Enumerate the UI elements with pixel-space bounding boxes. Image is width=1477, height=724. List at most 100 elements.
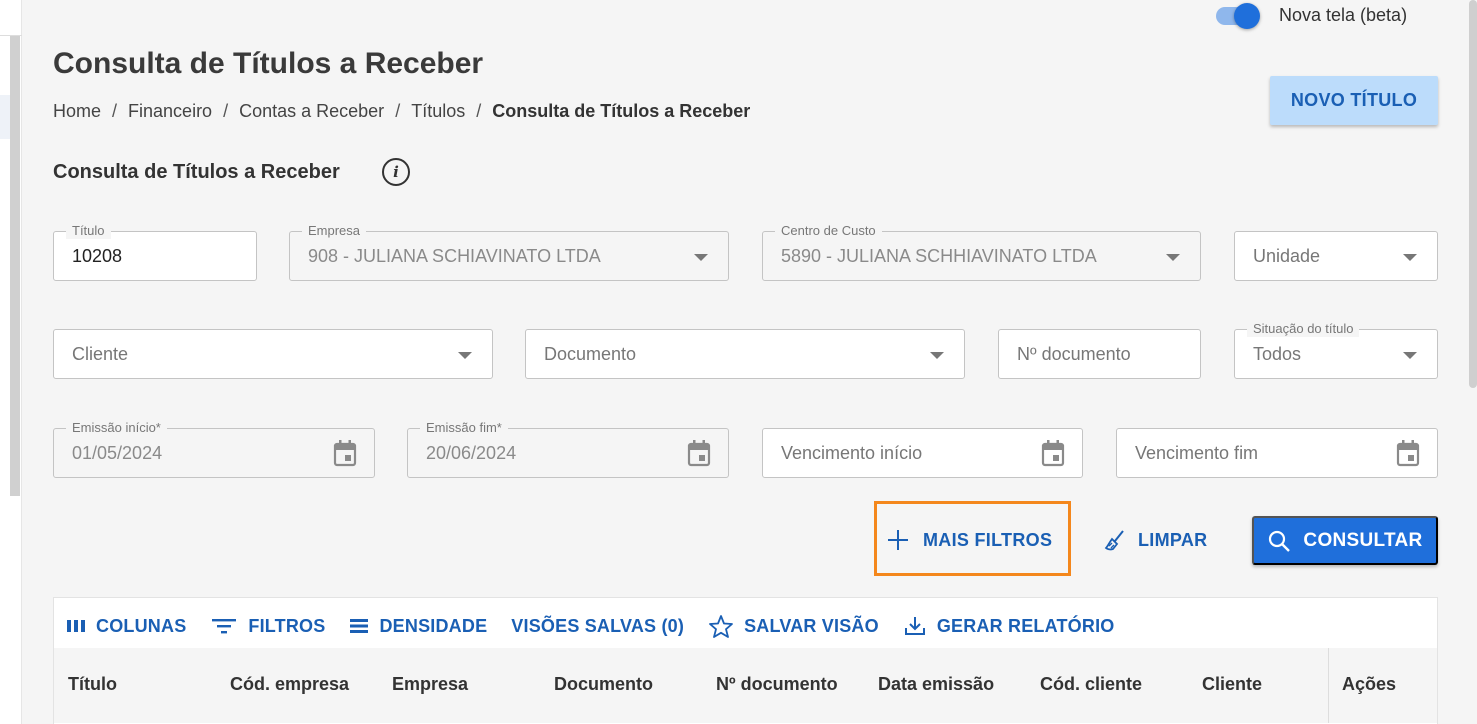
save-view-button[interactable]: SALVAR VISÃO <box>708 614 879 638</box>
more-filters-label: MAIS FILTROS <box>923 529 1053 550</box>
situacao-value: Todos <box>1253 344 1302 364</box>
column-header-documento[interactable]: Documento <box>554 674 653 695</box>
calendar-icon[interactable] <box>687 440 711 467</box>
info-icon[interactable]: i <box>382 158 410 186</box>
vencimento-inicio-placeholder: Vencimento início <box>781 443 923 463</box>
generate-report-label: GERAR RELATÓRIO <box>936 615 1115 636</box>
broom-icon <box>1104 530 1124 551</box>
titulo-field[interactable]: Título 10208 <box>53 223 257 281</box>
num-documento-input[interactable]: Nº documento <box>998 329 1201 379</box>
breadcrumb-titulos[interactable]: Títulos <box>411 101 465 122</box>
titulo-label: Título <box>66 223 111 239</box>
breadcrumb-home[interactable]: Home <box>53 101 101 122</box>
chevron-down-icon <box>1166 254 1180 261</box>
filters-label: FILTROS <box>248 615 326 636</box>
emissao-fim-field: Emissão fim* 20/06/2024 <box>407 420 729 478</box>
column-header-num-documento[interactable]: Nº documento <box>716 674 838 695</box>
breadcrumb-separator: / <box>476 101 482 121</box>
breadcrumb-separator: / <box>223 101 229 121</box>
calendar-icon[interactable] <box>1396 440 1420 467</box>
situacao-select[interactable]: Situação do título Todos <box>1234 321 1438 379</box>
clear-button[interactable]: LIMPAR <box>1104 529 1207 551</box>
vencimento-fim-field[interactable]: Vencimento fim <box>1116 428 1438 478</box>
chevron-down-icon[interactable] <box>1403 352 1417 359</box>
num-documento-placeholder: Nº documento <box>1017 344 1131 364</box>
column-header-data-emissao[interactable]: Data emissão <box>878 674 994 695</box>
toggle-knob[interactable] <box>1234 2 1260 29</box>
empresa-select: Empresa 908 - JULIANA SCHIAVINATO LTDA <box>289 223 729 281</box>
calendar-icon[interactable] <box>333 440 357 467</box>
columns-button[interactable]: COLUNAS <box>66 616 186 637</box>
chevron-down-icon[interactable] <box>1403 254 1417 261</box>
situacao-label: Situação do título <box>1247 321 1360 337</box>
breadcrumb-contas-a-receber[interactable]: Contas a Receber <box>239 101 384 122</box>
sidebar-selected-item[interactable] <box>0 95 10 139</box>
unidade-placeholder: Unidade <box>1253 246 1321 266</box>
grid-header-row: Título Cód. empresa Empresa Documento Nº… <box>54 648 1437 723</box>
titulo-value[interactable]: 10208 <box>72 246 122 267</box>
search-button[interactable]: CONSULTAR <box>1252 516 1438 565</box>
page-title: Consulta de Títulos a Receber <box>53 47 484 80</box>
density-button[interactable]: DENSIDADE <box>349 616 487 637</box>
sidebar-strip <box>10 36 20 496</box>
grid-toolbar: COLUNAS FILTROS DENSIDADE VISÕES SALVAS … <box>66 614 1138 638</box>
breadcrumb-separator: / <box>112 101 118 121</box>
vencimento-inicio-field[interactable]: Vencimento início <box>762 428 1083 478</box>
column-header-cod-empresa[interactable]: Cód. empresa <box>230 674 349 695</box>
left-sidebar-edge <box>0 0 22 724</box>
plus-icon <box>888 530 908 550</box>
density-icon <box>350 619 369 633</box>
cliente-placeholder: Cliente <box>72 344 129 364</box>
unidade-select[interactable]: Unidade <box>1234 231 1438 281</box>
chevron-down-icon[interactable] <box>930 352 944 359</box>
emissao-fim-value: 20/06/2024 <box>426 443 517 463</box>
generate-report-button[interactable]: GERAR RELATÓRIO <box>903 615 1115 637</box>
vencimento-fim-placeholder: Vencimento fim <box>1135 443 1259 463</box>
download-icon <box>904 617 925 635</box>
emissao-inicio-field: Emissão início* 01/05/2024 <box>53 420 375 478</box>
results-grid: COLUNAS FILTROS DENSIDADE VISÕES SALVAS … <box>53 597 1438 724</box>
columns-label: COLUNAS <box>96 615 187 636</box>
columns-icon <box>67 620 85 632</box>
column-header-acoes: Ações <box>1342 674 1397 694</box>
cliente-select[interactable]: Cliente <box>53 329 493 379</box>
breadcrumb: Home / Financeiro / Contas a Receber / T… <box>53 101 750 122</box>
column-header-empresa[interactable]: Empresa <box>392 674 468 695</box>
calendar-icon[interactable] <box>1041 440 1065 467</box>
search-icon <box>1269 530 1291 552</box>
save-view-label: SALVAR VISÃO <box>744 615 879 636</box>
actions-column-divider <box>1328 648 1329 723</box>
empresa-label: Empresa <box>302 223 367 239</box>
search-label: CONSULTAR <box>1303 529 1423 551</box>
new-screen-toggle[interactable]: Nova tela (beta) <box>1216 2 1408 29</box>
saved-views-label: VISÕES SALVAS (0) <box>511 615 685 636</box>
column-header-titulo[interactable]: Título <box>68 674 117 695</box>
documento-select[interactable]: Documento <box>525 329 965 379</box>
empresa-value: 908 - JULIANA SCHIAVINATO LTDA <box>308 246 601 266</box>
clear-label: LIMPAR <box>1138 529 1208 550</box>
chevron-down-icon <box>694 254 708 261</box>
breadcrumb-separator: / <box>395 101 401 121</box>
filters-button[interactable]: FILTROS <box>210 616 325 637</box>
chevron-down-icon[interactable] <box>458 352 472 359</box>
centro-custo-select: Centro de Custo 5890 - JULIANA SCHHIAVIN… <box>762 223 1201 281</box>
density-label: DENSIDADE <box>379 615 488 636</box>
emissao-fim-label: Emissão fim* <box>420 420 508 436</box>
toggle-label: Nova tela (beta) <box>1279 5 1408 25</box>
centro-custo-value: 5890 - JULIANA SCHHIAVINATO LTDA <box>781 246 1097 266</box>
saved-views-button[interactable]: VISÕES SALVAS (0) <box>511 616 684 637</box>
centro-custo-label: Centro de Custo <box>775 223 882 239</box>
breadcrumb-current: Consulta de Títulos a Receber <box>492 101 751 121</box>
toggle-track[interactable] <box>1216 2 1260 29</box>
column-header-cod-cliente[interactable]: Cód. cliente <box>1040 674 1142 695</box>
new-title-button[interactable]: NOVO TÍTULO <box>1270 76 1438 125</box>
emissao-inicio-value: 01/05/2024 <box>72 443 163 463</box>
more-filters-button[interactable]: MAIS FILTROS <box>887 529 1052 551</box>
documento-placeholder: Documento <box>544 344 637 364</box>
section-title: Consulta de Títulos a Receber <box>53 161 340 183</box>
star-icon <box>709 615 733 638</box>
breadcrumb-financeiro[interactable]: Financeiro <box>128 101 212 122</box>
emissao-inicio-label: Emissão início* <box>66 420 167 436</box>
page-scrollbar[interactable] <box>1469 0 1477 388</box>
column-header-cliente[interactable]: Cliente <box>1202 674 1262 695</box>
